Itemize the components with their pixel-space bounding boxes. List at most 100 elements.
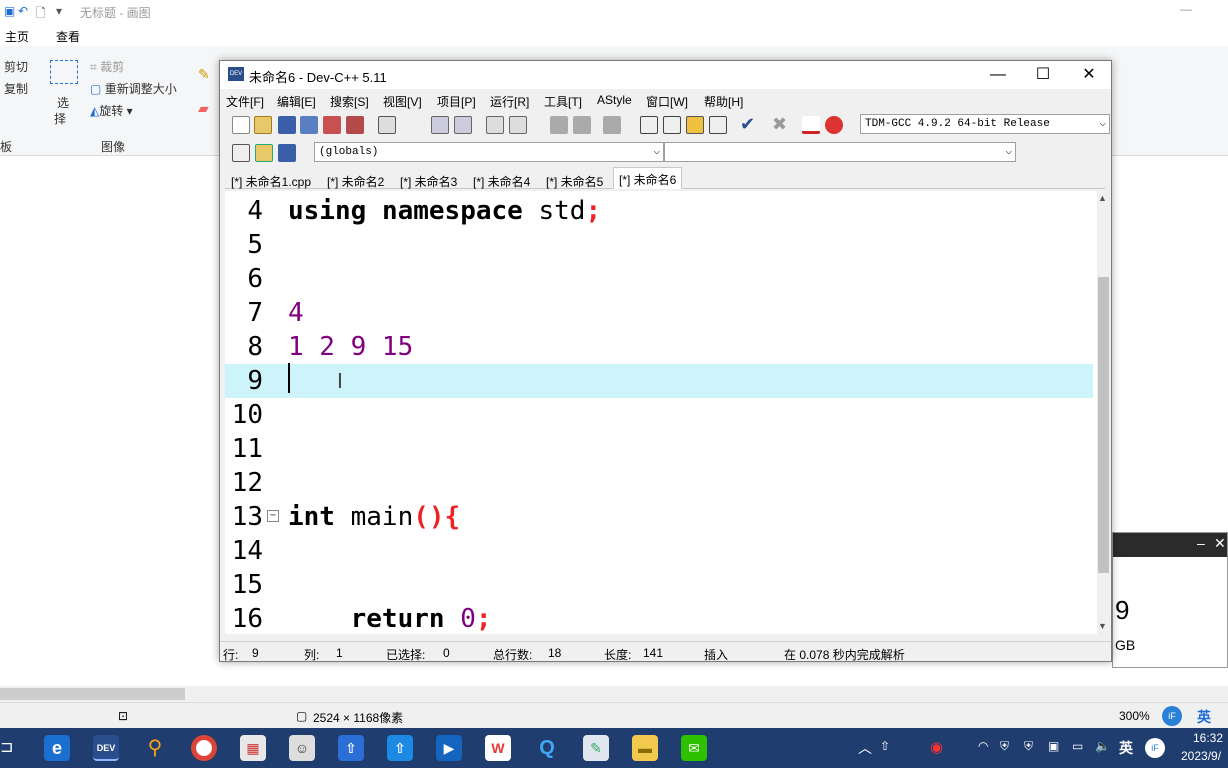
magnifier-app-icon[interactable]: Q: [534, 735, 560, 761]
scroll-up-icon[interactable]: ▲: [1098, 193, 1107, 203]
clock-time[interactable]: 16:32: [1193, 731, 1223, 745]
function-select[interactable]: ⌵: [664, 142, 1016, 162]
scope-select[interactable]: (globals) ⌵: [314, 142, 664, 162]
pencil-icon[interactable]: ✎: [198, 66, 210, 83]
save-icon[interactable]: ▣: [4, 4, 15, 18]
ifly-tray-icon[interactable]: iF: [1145, 738, 1165, 758]
open-file-icon[interactable]: [254, 116, 272, 134]
tray-chevron-up-icon[interactable]: ︿: [858, 738, 872, 758]
select-button-label2[interactable]: 择: [54, 110, 66, 127]
security-icon[interactable]: ⛨: [1000, 739, 1009, 754]
menu-view[interactable]: 视图[V]: [383, 93, 422, 110]
tab-file-6[interactable]: [*] 未命名6: [613, 167, 683, 189]
wechat-icon[interactable]: ✉: [681, 735, 707, 761]
volume-icon[interactable]: 🔈: [1095, 739, 1110, 753]
select-button-label[interactable]: 选: [57, 94, 69, 111]
tab-file-1[interactable]: [*] 未命名1.cpp: [225, 169, 317, 189]
network-icon[interactable]: ◠: [978, 739, 988, 753]
minimize-button[interactable]: —: [975, 63, 1021, 87]
ime-indicator[interactable]: 英: [1119, 738, 1133, 758]
save-all-icon[interactable]: [300, 116, 318, 134]
menu-tools[interactable]: 工具[T]: [544, 93, 582, 110]
chart-icon[interactable]: [802, 116, 820, 134]
scrollbar-thumb[interactable]: [0, 688, 185, 700]
editor-vertical-scrollbar[interactable]: ▲ ▼: [1097, 191, 1110, 634]
close-file-icon[interactable]: [323, 116, 341, 134]
check-syntax-icon[interactable]: ✔: [740, 114, 755, 135]
menu-window[interactable]: 窗口[W]: [646, 93, 688, 110]
menu-edit[interactable]: 编辑[E]: [277, 93, 316, 110]
record-icon[interactable]: ◉: [930, 738, 943, 756]
qq-icon[interactable]: ☺: [289, 735, 315, 761]
project-options-icon[interactable]: [663, 116, 681, 134]
menu-search[interactable]: 搜索[S]: [330, 93, 369, 110]
devcpp-taskbar-icon[interactable]: DEV: [93, 735, 119, 761]
forward-icon[interactable]: [573, 116, 591, 134]
undo-icon[interactable]: ↶: [18, 4, 28, 18]
bookmark-icon[interactable]: [603, 116, 621, 134]
chrome-icon[interactable]: [191, 735, 217, 761]
battery-icon[interactable]: ▭: [1072, 739, 1083, 753]
screen-record-icon[interactable]: ▣: [1048, 739, 1059, 753]
profile-icon[interactable]: [825, 116, 843, 134]
ime-english-icon[interactable]: 英: [1197, 707, 1211, 727]
menu-run[interactable]: 运行[R]: [490, 93, 529, 110]
tab-file-3[interactable]: [*] 未命名3: [394, 169, 463, 189]
copy-button[interactable]: 复制: [4, 80, 28, 97]
tab-file-4[interactable]: [*] 未命名4: [467, 169, 536, 189]
feishu-icon[interactable]: ⇧: [387, 735, 413, 761]
indent-icon[interactable]: [486, 116, 504, 134]
tencent-app-icon[interactable]: ⇧: [338, 735, 364, 761]
maximize-button[interactable]: ☐: [1020, 63, 1066, 87]
video-app-icon[interactable]: ▶: [436, 735, 462, 761]
customize-quickaccess-icon[interactable]: ▾: [56, 4, 62, 18]
search-icon[interactable]: ⚲: [142, 735, 168, 761]
find-icon[interactable]: [431, 116, 449, 134]
menu-astyle[interactable]: AStyle: [597, 93, 632, 107]
minimize-icon[interactable]: —: [1180, 2, 1192, 16]
menu-file[interactable]: 文件[F]: [226, 93, 264, 110]
compiler-select[interactable]: TDM-GCC 4.9.2 64-bit Release ⌵: [860, 114, 1110, 134]
rotate-button[interactable]: ◭旋转 ▾: [90, 102, 133, 119]
tab-file-5[interactable]: [*] 未命名5: [540, 169, 609, 189]
crop-button[interactable]: ⌗ 裁剪: [90, 58, 124, 75]
select-icon[interactable]: [50, 60, 78, 84]
abort-compile-icon[interactable]: ✖: [772, 114, 787, 135]
task-view-icon[interactable]: ⊐: [0, 737, 13, 757]
fold-collapse-icon[interactable]: −: [267, 510, 279, 522]
scroll-down-icon[interactable]: ▼: [1098, 621, 1107, 631]
save-icon[interactable]: [278, 116, 296, 134]
tab-home[interactable]: 主页: [5, 28, 29, 45]
minimize-icon[interactable]: –: [1197, 535, 1205, 551]
goto-bookmark-icon[interactable]: [278, 144, 296, 162]
tab-view[interactable]: 查看: [56, 28, 80, 45]
antivirus-icon[interactable]: ⛨: [1024, 739, 1033, 754]
unindent-icon[interactable]: [509, 116, 527, 134]
class-browser-icon[interactable]: [686, 116, 704, 134]
wps-icon[interactable]: W: [485, 735, 511, 761]
new-file-icon[interactable]: [232, 116, 250, 134]
code-editor[interactable]: 4 using namespace std; 5 6 7 4 8 1 2 9 1…: [225, 191, 1110, 634]
cut-button[interactable]: 剪切: [4, 58, 28, 75]
back-icon[interactable]: [550, 116, 568, 134]
paint-horizontal-scrollbar[interactable]: [0, 686, 1228, 702]
scrollbar-thumb[interactable]: [1098, 277, 1109, 573]
file-explorer-icon[interactable]: ▬: [632, 735, 658, 761]
office-icon[interactable]: ▦: [240, 735, 266, 761]
eraser-icon[interactable]: ▰: [198, 100, 209, 117]
insert-icon[interactable]: [232, 144, 250, 162]
print-icon[interactable]: [378, 116, 396, 134]
clock-date[interactable]: 2023/9/: [1181, 749, 1221, 763]
replace-icon[interactable]: [454, 116, 472, 134]
tray-app-icon[interactable]: ⇧: [880, 739, 890, 753]
layout-icon[interactable]: [709, 116, 727, 134]
close-all-icon[interactable]: [346, 116, 364, 134]
close-icon[interactable]: ✕: [1214, 535, 1226, 552]
paint-icon[interactable]: ✎: [583, 735, 609, 761]
menu-project[interactable]: 项目[P]: [437, 93, 476, 110]
new-project-icon[interactable]: [640, 116, 658, 134]
menu-help[interactable]: 帮助[H]: [704, 93, 743, 110]
toggle-bookmark-icon[interactable]: [255, 144, 273, 162]
ifly-icon[interactable]: iF: [1162, 706, 1182, 726]
new-file-icon[interactable]: 🗋: [36, 4, 46, 25]
